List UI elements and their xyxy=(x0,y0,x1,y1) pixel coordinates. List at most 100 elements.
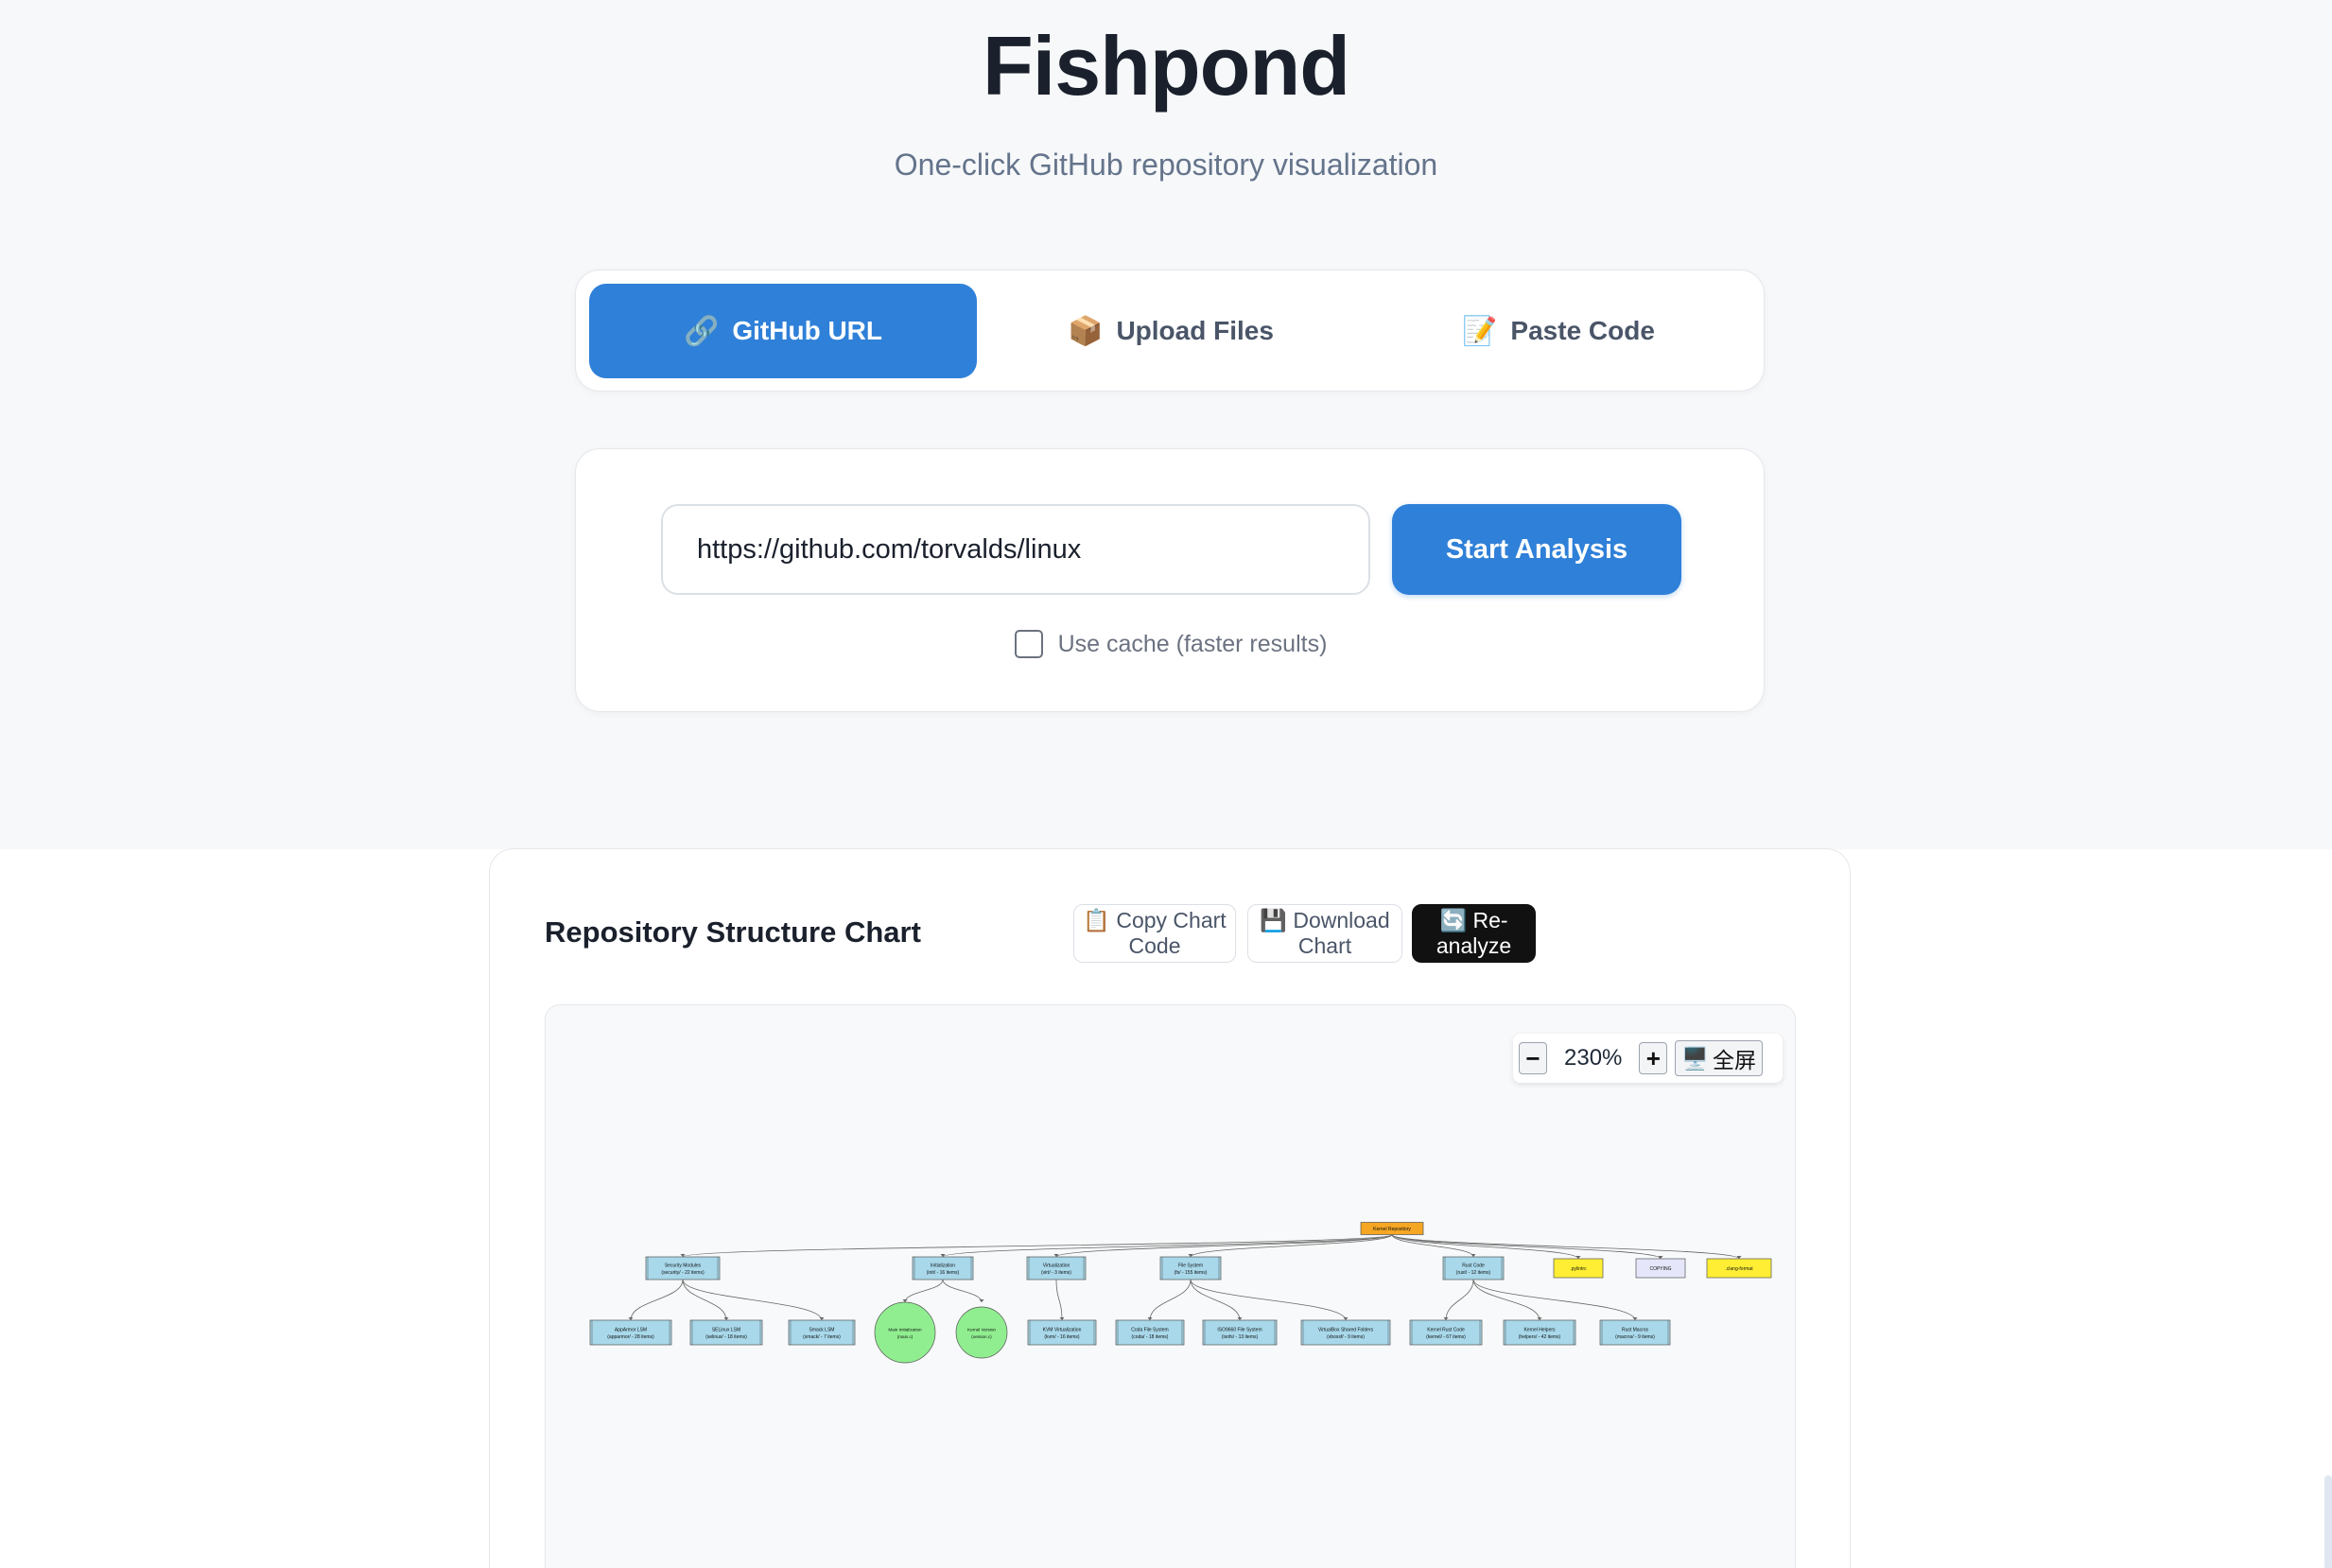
scrollbar-edge[interactable] xyxy=(2324,1475,2332,1568)
edge-root-sec-arrow xyxy=(680,1254,686,1257)
url-form-card: Start Analysis Use cache (faster results… xyxy=(575,448,1765,712)
node-fs-sub: (fs/ - 155 items) xyxy=(1175,1270,1208,1276)
edge-fs-isofs xyxy=(1190,1279,1241,1321)
package-icon: 📦 xyxy=(1068,315,1104,347)
edge-sec-selinux-arrow xyxy=(723,1317,729,1320)
node-virt-sub: (virt/ - 3 items) xyxy=(1041,1270,1071,1276)
node-sec-label: Security Modules xyxy=(665,1263,702,1269)
use-cache-label[interactable]: Use cache (faster results) xyxy=(1058,631,1328,658)
node-mainc-label: Main Initialization xyxy=(888,1328,922,1333)
download-chart-button[interactable]: 💾 Download Chart xyxy=(1247,904,1402,963)
re-analyze-button[interactable]: 🔄 Re-analyze xyxy=(1412,904,1536,963)
node-smack-label: Smack LSM xyxy=(809,1328,835,1333)
edge-fs-vboxsf xyxy=(1190,1279,1347,1321)
edge-sec-smack-arrow xyxy=(819,1317,825,1320)
copy-chart-code-button[interactable]: 📋 Copy Chart Code xyxy=(1073,904,1236,963)
node-sec-sub: (security/ - 22 items) xyxy=(661,1270,705,1276)
monitor-icon: 🖥️ xyxy=(1681,1045,1710,1071)
node-fs-label: File System xyxy=(1178,1263,1203,1269)
edge-init-mainc-arrow xyxy=(902,1299,908,1302)
node-isofs-sub: (isofs/ - 13 items) xyxy=(1222,1334,1259,1340)
node-apparmor-sub: (apparmor/ - 28 items) xyxy=(607,1334,654,1340)
zoom-in-button[interactable]: + xyxy=(1639,1042,1668,1074)
edge-root-init xyxy=(942,1234,1393,1258)
edge-rust-kernel xyxy=(1445,1279,1474,1321)
edge-init-mainc xyxy=(904,1279,944,1303)
edge-fs-coda xyxy=(1149,1279,1192,1321)
fullscreen-label: 全屏 xyxy=(1713,1048,1757,1072)
node-versionc-label: Kernel Version xyxy=(967,1328,996,1333)
cache-option: Use cache (faster results) xyxy=(576,625,1766,663)
node-helpers-sub: (helpers/ - 42 items) xyxy=(1519,1334,1561,1340)
edge-fs-coda-arrow xyxy=(1147,1317,1153,1320)
edge-rust-helpers-arrow xyxy=(1537,1317,1542,1320)
zoom-out-button[interactable]: − xyxy=(1519,1042,1547,1074)
edge-root-rust-arrow xyxy=(1471,1254,1476,1257)
chart-title: Repository Structure Chart xyxy=(545,915,921,949)
node-macros-sub: (macros/ - 9 items) xyxy=(1615,1334,1655,1340)
node-rust-sub: (rust/ - 12 items) xyxy=(1456,1270,1491,1276)
edge-fs-vboxsf-arrow xyxy=(1343,1317,1349,1320)
edge-init-versionc-arrow xyxy=(979,1299,984,1302)
node-versionc xyxy=(955,1306,1008,1359)
node-clangformat-label: .clang-format xyxy=(1725,1266,1753,1272)
node-selinux-sub: (selinux/ - 18 items) xyxy=(705,1334,747,1340)
node-root-label: Kernel Repository xyxy=(1373,1227,1411,1232)
edge-sec-selinux xyxy=(682,1279,727,1321)
chart-panel: Repository Structure Chart 📋 Copy Chart … xyxy=(489,848,1851,1568)
tab-label: Paste Code xyxy=(1510,316,1655,345)
node-smack-sub: (smack/ - 7 items) xyxy=(803,1334,841,1340)
node-apparmor-label: AppArmor LSM xyxy=(615,1328,647,1333)
link-icon: 🔗 xyxy=(684,315,720,347)
node-kvm-sub: (kvm/ - 16 items) xyxy=(1044,1334,1080,1340)
tab-paste-code[interactable]: 📝 Paste Code xyxy=(1365,284,1752,378)
node-init-label: Initialization xyxy=(931,1263,955,1269)
node-coda-label: Coda File System xyxy=(1131,1328,1168,1333)
edge-virt-kvm-arrow xyxy=(1059,1317,1065,1320)
node-mainc xyxy=(874,1301,936,1364)
node-pylintrc-label: .pylintrc xyxy=(1570,1266,1587,1272)
tab-label: Upload Files xyxy=(1116,316,1274,345)
edge-sec-apparmor-arrow xyxy=(628,1317,634,1320)
edge-virt-kvm xyxy=(1055,1279,1063,1321)
node-versionc-sub: (version.c) xyxy=(971,1334,992,1339)
node-macros-label: Rust Macros xyxy=(1622,1328,1649,1333)
memo-icon: 📝 xyxy=(1462,315,1498,347)
input-mode-tabs: 🔗 GitHub URL 📦 Upload Files 📝 Paste Code xyxy=(575,270,1765,392)
start-analysis-button[interactable]: Start Analysis xyxy=(1392,504,1681,595)
edge-rust-helpers xyxy=(1472,1279,1540,1321)
zoom-controls: − 230% + 🖥️ 全屏 xyxy=(1513,1034,1783,1083)
node-kernel-label: Kernel Rust Code xyxy=(1427,1328,1465,1333)
node-kernel-sub: (kernel/ - 67 items) xyxy=(1426,1334,1466,1340)
edge-init-versionc xyxy=(942,1279,983,1303)
diagram-canvas[interactable]: Kernel Repository Security Modules (securi… xyxy=(545,1004,1796,1568)
tab-label: GitHub URL xyxy=(732,316,882,345)
tab-upload-files[interactable]: 📦 Upload Files xyxy=(977,284,1365,378)
edge-sec-apparmor xyxy=(630,1279,684,1321)
edge-root-pylintrc xyxy=(1391,1234,1579,1260)
edge-root-pylintrc-arrow xyxy=(1575,1256,1581,1259)
node-init-sub: (init/ - 16 items) xyxy=(927,1270,960,1276)
use-cache-checkbox[interactable] xyxy=(1014,630,1043,658)
fullscreen-button[interactable]: 🖥️ 全屏 xyxy=(1675,1040,1764,1076)
node-isofs-label: ISO9660 File System xyxy=(1217,1328,1262,1333)
edge-fs-isofs-arrow xyxy=(1237,1317,1243,1320)
tab-github-url[interactable]: 🔗 GitHub URL xyxy=(589,284,977,378)
node-vboxsf-label: VirtualBox Shared Folders xyxy=(1318,1328,1374,1333)
edge-rust-macros-arrow xyxy=(1632,1317,1638,1320)
github-url-input[interactable] xyxy=(661,504,1370,595)
zoom-level: 230% xyxy=(1564,1045,1623,1071)
node-mainc-sub: (main.c) xyxy=(897,1334,914,1339)
app-title: Fishpond xyxy=(983,19,1350,113)
edge-root-init-arrow xyxy=(940,1254,946,1257)
node-helpers-label: Kernel Helpers xyxy=(1523,1328,1556,1333)
edge-rust-kernel-arrow xyxy=(1443,1317,1449,1320)
node-copying-label: COPYING xyxy=(1649,1266,1671,1272)
node-rust-label: Rust Code xyxy=(1462,1263,1485,1269)
app-subtitle: One-click GitHub repository visualizatio… xyxy=(894,148,1438,182)
edge-root-copying xyxy=(1391,1234,1662,1260)
edge-rust-macros xyxy=(1472,1279,1636,1321)
edge-root-virt xyxy=(1055,1234,1393,1258)
repository-structure-diagram[interactable]: Kernel Repository Security Modules(securi… xyxy=(546,1005,1796,1568)
edge-root-clangformat xyxy=(1391,1234,1740,1260)
